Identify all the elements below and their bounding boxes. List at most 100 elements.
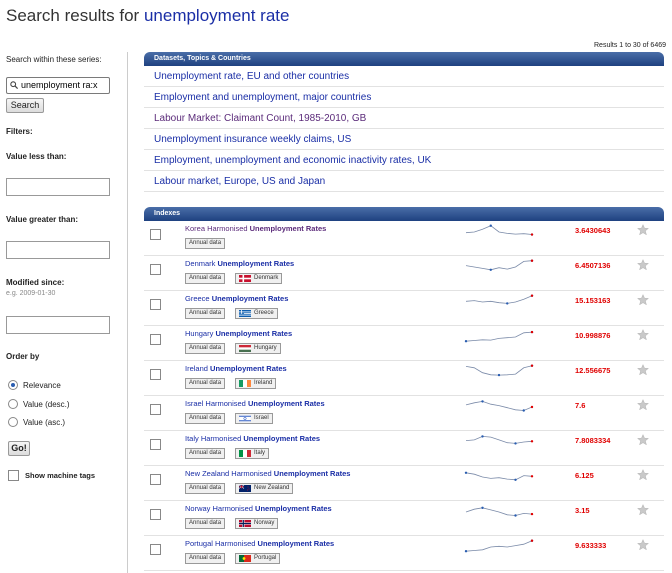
sparkline-point	[514, 514, 517, 517]
annual-data-tag[interactable]: Annual data	[185, 238, 226, 249]
index-checkbox[interactable]	[150, 299, 161, 310]
favorite-star-icon[interactable]	[637, 434, 649, 446]
sparkline-line	[465, 540, 533, 552]
sparkline-point	[514, 442, 517, 445]
index-title-link[interactable]: Korea Harmonised Unemployment Rates	[185, 224, 326, 233]
country-tag[interactable]: Portugal	[235, 553, 281, 564]
title-prefix: Search results for	[6, 6, 144, 25]
index-row: Ireland Unemployment Rates Annual data Ire…	[144, 361, 664, 396]
index-checkbox[interactable]	[150, 439, 161, 450]
topic-link[interactable]: Labour Market: Claimant Count, 1985-2010…	[144, 108, 664, 129]
radio-relevance[interactable]	[8, 380, 18, 390]
index-checkbox[interactable]	[150, 369, 161, 380]
country-tag[interactable]: Denmark	[235, 273, 283, 284]
index-row: Norway Harmonised Unemployment Rates Annu…	[144, 501, 664, 536]
value-less-input[interactable]	[6, 178, 110, 196]
index-checkbox[interactable]	[150, 264, 161, 275]
sparkline-line	[465, 225, 533, 235]
sparkline	[465, 364, 534, 377]
index-checkbox[interactable]	[150, 404, 161, 415]
sparkline	[465, 259, 534, 271]
index-title-link[interactable]: Denmark Unemployment Rates	[185, 259, 294, 268]
sparkline	[465, 400, 534, 412]
machine-tags-toggle[interactable]: Show machine tags	[8, 470, 95, 481]
index-title-link[interactable]: Israel Harmonised Unemployment Rates	[185, 399, 325, 408]
favorite-star-icon[interactable]	[637, 329, 649, 341]
sparkline-line	[465, 260, 533, 271]
favorite-star-icon[interactable]	[637, 539, 649, 551]
value-greater-label: Value greater than:	[6, 215, 79, 224]
index-title-link[interactable]: Hungary Unemployment Rates	[185, 329, 292, 338]
ireland-flag-icon	[239, 380, 251, 387]
country-tag[interactable]: Norway	[235, 518, 279, 529]
index-value: 6.125	[575, 471, 594, 480]
value-greater-input[interactable]	[6, 241, 110, 259]
annual-data-tag[interactable]: Annual data	[185, 553, 226, 564]
country-tag[interactable]: Hungary	[235, 343, 281, 354]
search-button[interactable]: Search	[6, 98, 44, 113]
radio-value-desc[interactable]	[8, 399, 18, 409]
index-checkbox[interactable]	[150, 544, 161, 555]
topic-link[interactable]: Unemployment rate, EU and other countrie…	[144, 66, 664, 87]
go-button[interactable]: Go!	[8, 441, 30, 456]
country-tag[interactable]: Greece	[235, 308, 278, 319]
sparkline-point	[530, 512, 534, 516]
country-tag[interactable]: Ireland	[235, 378, 277, 389]
index-value: 3.15	[575, 506, 590, 515]
favorite-star-icon[interactable]	[637, 469, 649, 481]
annual-data-tag[interactable]: Annual data	[185, 518, 226, 529]
index-value: 7.6	[575, 401, 586, 410]
index-title-link[interactable]: New Zealand Harmonised Unemployment Rate…	[185, 469, 350, 478]
annual-data-tag[interactable]: Annual data	[185, 483, 226, 494]
index-checkbox[interactable]	[150, 334, 161, 345]
sparkline-point	[489, 224, 492, 227]
favorite-star-icon[interactable]	[637, 294, 649, 306]
favorite-star-icon[interactable]	[637, 224, 649, 236]
index-row: Italy Harmonised Unemployment Rates Annua…	[144, 431, 664, 466]
country-tag[interactable]: New Zealand	[235, 483, 294, 494]
favorite-star-icon[interactable]	[637, 504, 649, 516]
topic-link[interactable]: Unemployment insurance weekly claims, US	[144, 129, 664, 150]
order-relevance[interactable]: Relevance	[8, 380, 61, 390]
topic-link[interactable]: Employment and unemployment, major count…	[144, 87, 664, 108]
topics-header: Datasets, Topics & Countries	[144, 52, 664, 66]
annual-data-tag[interactable]: Annual data	[185, 378, 226, 389]
country-tag[interactable]: Israel	[235, 413, 273, 424]
index-checkbox[interactable]	[150, 474, 161, 485]
hungary-flag-icon	[239, 345, 251, 352]
sparkline	[465, 435, 534, 445]
machine-tags-checkbox[interactable]	[8, 470, 19, 481]
favorite-star-icon[interactable]	[637, 399, 649, 411]
annual-data-tag[interactable]: Annual data	[185, 413, 226, 424]
annual-data-tag[interactable]: Annual data	[185, 343, 226, 354]
country-tag[interactable]: Italy	[235, 448, 270, 459]
radio-value-asc[interactable]	[8, 417, 18, 427]
order-value-asc[interactable]: Value (asc.)	[8, 417, 65, 427]
sparkline-point	[514, 478, 517, 481]
topic-link[interactable]: Employment, unemployment and economic in…	[144, 150, 664, 171]
index-title-link[interactable]: Portugal Harmonised Unemployment Rates	[185, 539, 334, 548]
index-value: 7.8083334	[575, 436, 611, 445]
index-row: New Zealand Harmonised Unemployment Rate…	[144, 466, 664, 501]
annual-data-tag[interactable]: Annual data	[185, 448, 226, 459]
index-checkbox[interactable]	[150, 509, 161, 520]
topic-link[interactable]: Labour market, Europe, US and Japan	[144, 171, 664, 192]
index-value: 6.4507136	[575, 261, 611, 270]
index-value: 12.556675	[575, 366, 611, 375]
search-input[interactable]: unemployment ra:x	[6, 77, 110, 94]
index-title-link[interactable]: Greece Unemployment Rates	[185, 294, 288, 303]
index-title-link[interactable]: Ireland Unemployment Rates	[185, 364, 287, 373]
order-value-desc[interactable]: Value (desc.)	[8, 399, 70, 409]
index-title-link[interactable]: Norway Harmonised Unemployment Rates	[185, 504, 332, 513]
modified-input[interactable]	[6, 316, 110, 334]
favorite-star-icon[interactable]	[637, 259, 649, 271]
radio-label: Value (desc.)	[23, 399, 70, 409]
favorite-star-icon[interactable]	[637, 364, 649, 376]
annual-data-tag[interactable]: Annual data	[185, 308, 226, 319]
norway-flag-icon	[239, 520, 251, 527]
index-title-link[interactable]: Italy Harmonised Unemployment Rates	[185, 434, 320, 443]
modified-hint: e.g. 2009-01-30	[6, 290, 56, 297]
title-query: unemployment rate	[143, 6, 290, 25]
annual-data-tag[interactable]: Annual data	[185, 273, 226, 284]
index-checkbox[interactable]	[150, 229, 161, 240]
